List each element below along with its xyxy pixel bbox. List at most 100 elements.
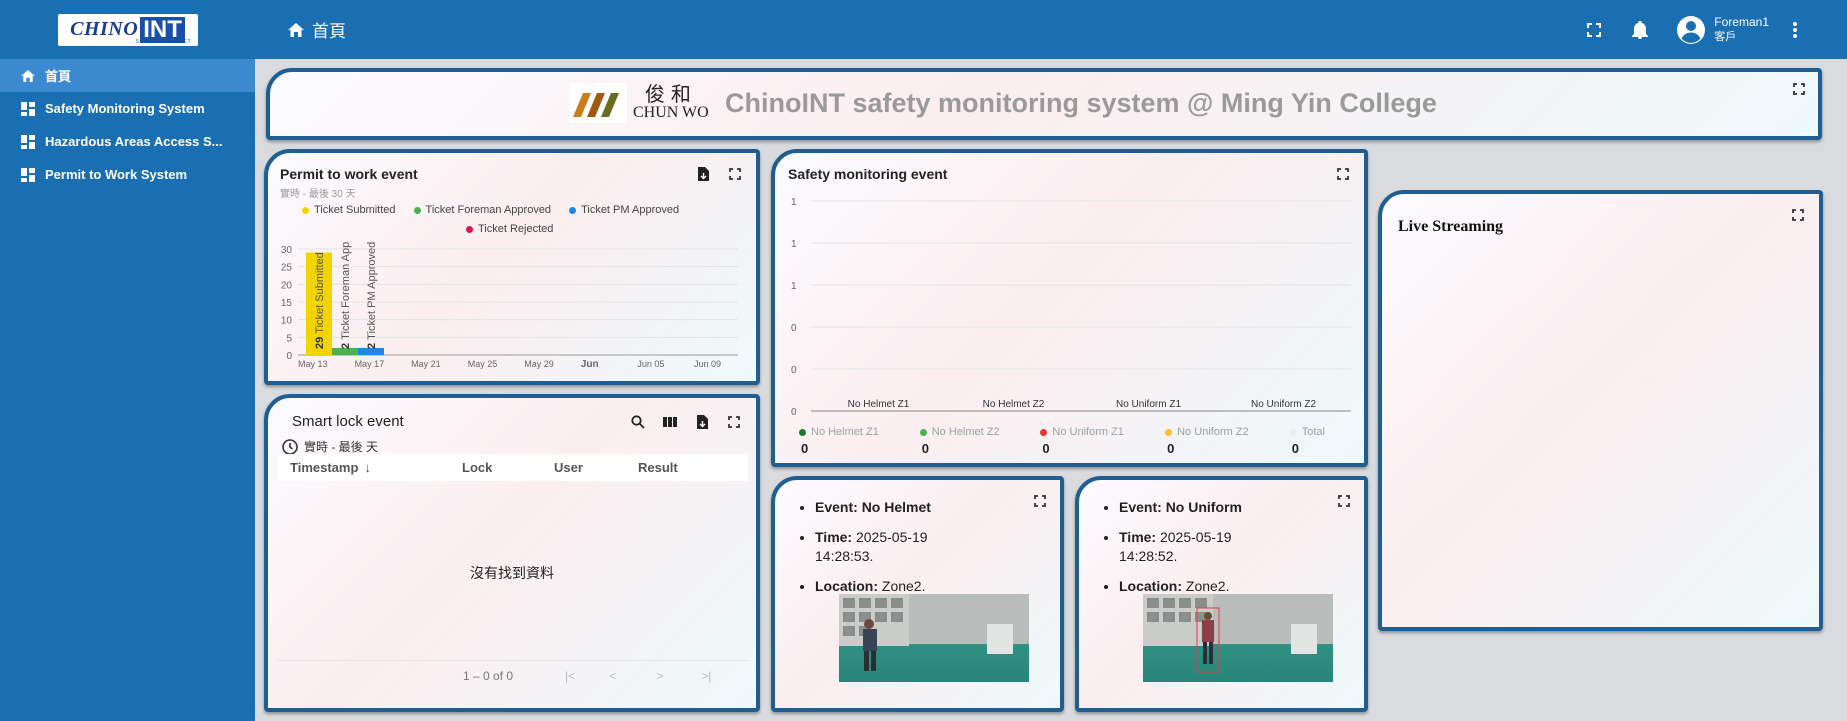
breadcrumb: 首頁 <box>288 0 346 59</box>
legend-label: No Helmet Z2 <box>931 426 1000 438</box>
card-title: Permit to work event <box>280 166 418 182</box>
legend-label: No Uniform Z2 <box>1177 426 1249 438</box>
y-tick-label: 0 <box>791 365 797 376</box>
x-tick-label: Jun 05 <box>637 359 664 369</box>
breadcrumb-title: 首頁 <box>312 22 346 41</box>
legend-item[interactable]: No Helmet Z1 0 <box>799 426 920 456</box>
fullscreen-icon[interactable] <box>1791 208 1805 222</box>
time-label: Time: <box>1119 529 1157 545</box>
fullscreen-icon[interactable] <box>1337 494 1351 508</box>
legend-item[interactable]: No Helmet Z2 0 <box>919 426 1041 456</box>
y-tick-label: 10 <box>281 316 293 327</box>
last-page-icon[interactable]: >| <box>701 669 711 683</box>
empty-state-text: 沒有找到資料 <box>470 565 554 581</box>
logo-area[interactable]: CHINO INT SENSE CONNECT <box>0 0 255 59</box>
legend-value: 0 <box>1167 441 1175 456</box>
dashboard-icon <box>21 134 35 149</box>
fullscreen-icon[interactable] <box>1792 82 1806 96</box>
location-label: Location: <box>815 578 878 594</box>
sidebar-item-safety-monitoring[interactable]: Safety Monitoring System <box>0 92 255 125</box>
permit-bar-chart: 0 5 10 15 20 25 30 May 13 May 17 May 21 May 25 May … <box>281 241 738 370</box>
notification-bell-icon[interactable] <box>1630 20 1650 40</box>
chinoint-logo: CHINO INT SENSE CONNECT <box>57 13 198 46</box>
fullscreen-icon[interactable] <box>1584 20 1604 40</box>
x-tick-label: No Helmet Z1 <box>848 399 910 410</box>
bar-data-label: 2 Ticket PM Approved <box>366 242 378 349</box>
event-value: No Helmet <box>861 499 931 515</box>
legend-label: Ticket Rejected <box>478 223 554 235</box>
legend-dot <box>466 225 473 233</box>
y-tick-label: 25 <box>281 263 293 274</box>
safety-bar-chart: 0 0 0 1 1 1 No Helmet Z1 No Helmet Z2 No Uniform… <box>791 197 1351 418</box>
chart-legend-row-2: Ticket Rejected <box>466 223 553 235</box>
legend-item[interactable]: Ticket Foreman Approved <box>413 204 551 216</box>
user-menu[interactable]: Foreman1 客戶 <box>1676 15 1769 45</box>
legend-dot <box>1289 428 1297 436</box>
legend-item[interactable]: No Uniform Z2 0 <box>1165 426 1290 456</box>
bar-value: 2 <box>340 340 352 349</box>
x-tick-label: May 25 <box>468 359 498 369</box>
view-column-icon[interactable] <box>663 415 677 429</box>
sidebar-item-label: Permit to Work System <box>45 167 188 182</box>
legend-dot <box>1040 428 1048 436</box>
bar-data-label: 2 Ticket Foreman Appr <box>340 241 352 349</box>
y-tick-label: 5 <box>286 333 292 344</box>
sidebar-item-hazardous-areas[interactable]: Hazardous Areas Access S... <box>0 125 255 158</box>
export-file-icon[interactable] <box>695 415 709 429</box>
column-header-timestamp[interactable]: Timestamp ↓ <box>290 460 462 475</box>
event-details: Event: No Helmet Time: 2025-05-19 14:28:… <box>815 498 965 607</box>
logo-tagline: SENSE CONNECT <box>135 38 192 45</box>
sidebar-item-label: Hazardous Areas Access S... <box>45 134 223 149</box>
fullscreen-icon[interactable] <box>1033 494 1047 508</box>
legend-dot <box>919 428 927 436</box>
legend-item[interactable]: Total 0 <box>1289 426 1359 456</box>
y-tick-label: 15 <box>281 298 293 309</box>
column-header-lock[interactable]: Lock <box>462 460 554 475</box>
legend-dot <box>799 428 806 436</box>
next-page-icon[interactable]: > <box>656 669 663 683</box>
legend-dot <box>569 206 577 214</box>
sidebar-item-permit-to-work[interactable]: Permit to Work System <box>0 158 255 191</box>
fullscreen-icon[interactable] <box>727 415 741 429</box>
sort-arrow-down-icon: ↓ <box>364 460 371 475</box>
legend-dot <box>302 206 309 214</box>
search-icon[interactable] <box>631 415 645 429</box>
card-subtitle: 實時 - 最後 天 <box>304 440 378 454</box>
legend-item[interactable]: Ticket Rejected <box>466 223 553 235</box>
event-label: Event: <box>1119 499 1162 515</box>
first-page-icon[interactable]: |< <box>565 669 575 683</box>
y-tick-label: 1 <box>791 281 797 292</box>
top-app-bar: CHINO INT SENSE CONNECT 首頁 Foreman1 客戶 <box>0 0 1847 59</box>
event-type: Event: No Uniform <box>1119 498 1269 517</box>
legend-label: Ticket PM Approved <box>581 204 680 216</box>
fullscreen-icon[interactable] <box>728 167 742 181</box>
sidebar-item-home[interactable]: 首頁 <box>0 59 255 92</box>
event-snapshot-image[interactable] <box>1143 594 1333 682</box>
event-card-no-uniform: Event: No Uniform Time: 2025-05-19 14:28… <box>1075 476 1368 712</box>
y-tick-label: 0 <box>791 323 797 334</box>
pagination-range: 1 – 0 of 0 <box>463 669 514 683</box>
system-title: ChinoINT safety monitoring system @ Ming… <box>725 88 1437 118</box>
card-title: Safety monitoring event <box>788 166 948 182</box>
safety-legend: No Helmet Z1 0 No Helmet Z2 0 No Uniform Z1 0… <box>799 426 1359 456</box>
legend-dot <box>413 206 421 214</box>
fullscreen-icon[interactable] <box>1336 167 1350 181</box>
legend-item[interactable]: Ticket Submitted <box>302 204 396 216</box>
sidebar: 首頁 Safety Monitoring System Hazardous Ar… <box>0 59 255 721</box>
card-subtitle: 實時 - 最後 30 天 <box>280 189 356 200</box>
x-tick-label: No Uniform Z2 <box>1251 399 1316 410</box>
x-tick-label: May 17 <box>355 359 385 369</box>
column-header-user[interactable]: User <box>554 460 638 475</box>
event-snapshot-image[interactable] <box>839 594 1029 682</box>
legend-item[interactable]: Ticket PM Approved <box>569 204 679 216</box>
smart-lock-card: Smart lock event 實時 - 最後 天 Timestamp ↓ Lo… <box>264 394 760 712</box>
more-vertical-icon[interactable] <box>1785 20 1805 40</box>
x-tick-label: No Uniform Z1 <box>1116 399 1181 410</box>
previous-page-icon[interactable]: < <box>609 669 616 683</box>
column-header-result[interactable]: Result <box>638 460 678 475</box>
legend-item[interactable]: No Uniform Z1 0 <box>1040 426 1165 456</box>
bar-series-name: Ticket Foreman Appr <box>340 241 352 340</box>
export-file-icon[interactable] <box>696 167 710 181</box>
user-name: Foreman1 <box>1714 14 1769 29</box>
event-details: Event: No Uniform Time: 2025-05-19 14:28… <box>1119 498 1269 607</box>
